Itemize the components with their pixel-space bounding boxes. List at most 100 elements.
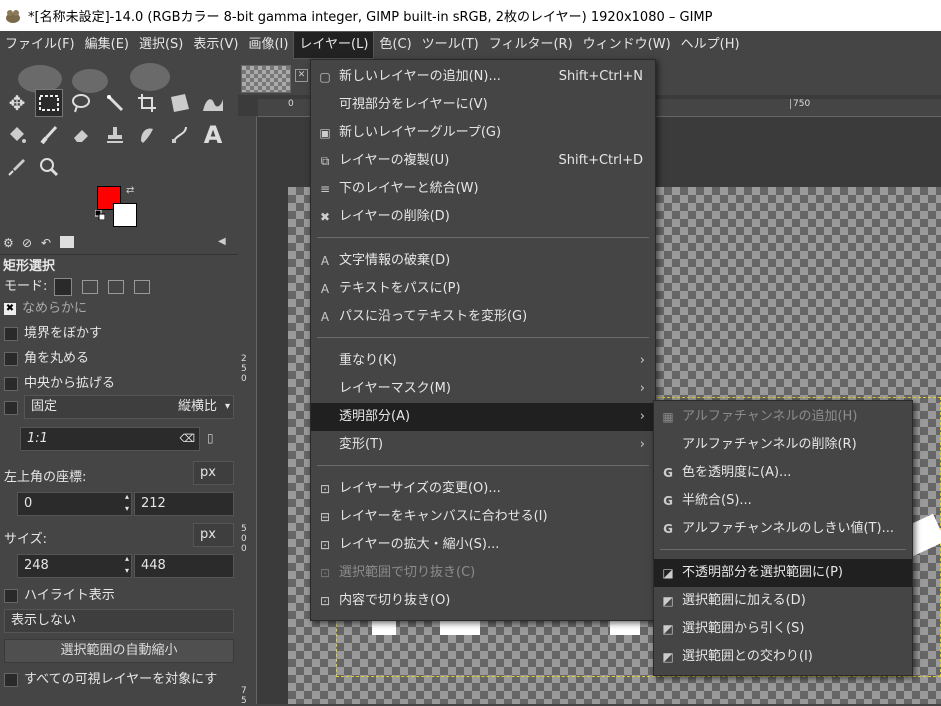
all-layers-checkbox[interactable] bbox=[4, 672, 18, 687]
close-icon[interactable]: ✕ bbox=[295, 69, 308, 82]
menu-item-duplicate-layer[interactable]: ⧉ レイヤーの複製(U) Shift+Ctrl+D bbox=[311, 147, 655, 175]
device-status-tab-icon[interactable]: ⊘ bbox=[22, 236, 32, 250]
guides-select[interactable]: 表示しない bbox=[4, 609, 234, 633]
clone-tool-icon[interactable] bbox=[101, 121, 129, 149]
mode-replace-button[interactable] bbox=[53, 277, 72, 296]
fixed-row[interactable] bbox=[4, 400, 24, 415]
menu-item-new-layer[interactable]: ▢ 新しいレイヤーの追加(N)... Shift+Ctrl+N bbox=[311, 63, 655, 91]
all-layers-row[interactable]: すべての可視レイヤーを対象にす bbox=[4, 668, 217, 687]
menu-item-layer-to-image-size[interactable]: ⊟ レイヤーをキャンバスに合わせる(I) bbox=[311, 503, 655, 531]
feather-checkbox[interactable] bbox=[4, 326, 18, 341]
antialias-checkbox[interactable]: ✖ bbox=[4, 302, 16, 315]
menu-item-add-to-selection[interactable]: ◩ 選択範囲に加える(D) bbox=[654, 587, 912, 615]
text-tool-icon[interactable]: A bbox=[199, 121, 227, 149]
color-picker-tool-icon[interactable] bbox=[3, 153, 31, 181]
smudge-tool-icon[interactable] bbox=[133, 121, 161, 149]
mode-subtract-button[interactable] bbox=[107, 279, 124, 294]
size-h-input[interactable]: 448 bbox=[134, 554, 234, 578]
menu-item-layer-mask[interactable]: レイヤーマスク(M) › bbox=[311, 375, 655, 403]
menu-item-threshold-alpha[interactable]: G アルファチャンネルのしきい値(T)... bbox=[654, 515, 912, 543]
expand-center-row[interactable]: 中央から拡げる bbox=[4, 372, 115, 391]
menu-item-delete-layer[interactable]: ✖ レイヤーの削除(D) bbox=[311, 203, 655, 231]
size-unit-select[interactable]: px bbox=[193, 523, 234, 547]
toolbox: ✥ A ⇄ ⚙ ⊘ ↶ ◀ 矩形選択 モード: ✖ なめらかに 境界をぼかす 角… bbox=[0, 59, 238, 704]
rect-select-tool-icon[interactable] bbox=[35, 89, 63, 117]
default-colors-icon[interactable] bbox=[94, 209, 106, 221]
menu-item-alpha-to-selection[interactable]: ◪ 不透明部分を選択範囲に(P) bbox=[654, 559, 912, 587]
paintbrush-tool-icon[interactable] bbox=[35, 121, 63, 149]
clear-icon[interactable]: ⌫ bbox=[179, 428, 195, 450]
dock-menu-icon[interactable]: ◀ bbox=[218, 236, 226, 247]
transform-tool-icon[interactable] bbox=[166, 89, 194, 117]
menu-item-intersect-with-selection[interactable]: ◩ 選択範囲との交わり(I) bbox=[654, 643, 912, 671]
menu-item-transform[interactable]: 変形(T) › bbox=[311, 431, 655, 459]
position-y-input[interactable]: 212 bbox=[134, 492, 234, 516]
path-tool-icon[interactable] bbox=[166, 121, 194, 149]
highlight-row[interactable]: ハイライト表示 bbox=[4, 584, 115, 603]
menu-item-merge-down[interactable]: ≡ 下のレイヤーと統合(W) bbox=[311, 175, 655, 203]
spin-arrows-icon[interactable]: ▴ ▾ bbox=[125, 491, 129, 515]
menu-item-text-along-path[interactable]: A パスに沿ってテキストを変形(G) bbox=[311, 303, 655, 331]
fixed-mode-select[interactable]: 固定 縦横比 ▾ bbox=[24, 395, 234, 419]
zoom-tool-icon[interactable] bbox=[35, 153, 63, 181]
checker-icon: ▦ bbox=[662, 410, 674, 424]
rounded-row[interactable]: 角を丸める bbox=[4, 347, 89, 366]
menu-item-layer-boundary-size[interactable]: ⊡ レイヤーサイズの変更(O)... bbox=[311, 475, 655, 503]
expand-center-checkbox[interactable] bbox=[4, 376, 18, 391]
mode-add-button[interactable] bbox=[81, 279, 98, 294]
ratio-input[interactable]: 1:1 ⌫ bbox=[20, 427, 200, 451]
menu-windows[interactable]: ウィンドウ(W) bbox=[578, 31, 676, 59]
menu-item-scale-layer[interactable]: ⊡ レイヤーの拡大・縮小(S)... bbox=[311, 531, 655, 559]
menu-edit[interactable]: 編集(E) bbox=[80, 31, 134, 59]
crop-tool-icon[interactable] bbox=[133, 89, 161, 117]
menu-item-new-layer-group[interactable]: ▣ 新しいレイヤーグループ(G) bbox=[311, 119, 655, 147]
menu-item-remove-alpha[interactable]: アルファチャンネルの削除(R) bbox=[654, 431, 912, 459]
swap-colors-icon[interactable]: ⇄ bbox=[126, 185, 134, 196]
lasso-tool-icon[interactable] bbox=[67, 89, 95, 117]
images-tab-icon[interactable] bbox=[60, 236, 74, 248]
menu-help[interactable]: ヘルプ(H) bbox=[676, 31, 745, 59]
auto-shrink-button[interactable]: 選択範囲の自動縮小 bbox=[4, 639, 234, 663]
menu-item-transparency[interactable]: 透明部分(A) › bbox=[311, 403, 655, 431]
fuzzy-select-tool-icon[interactable] bbox=[101, 89, 129, 117]
menu-item-label: 半統合(S)... bbox=[682, 493, 752, 508]
menu-layer[interactable]: レイヤー(L) bbox=[293, 31, 375, 59]
menu-image[interactable]: 画像(I) bbox=[243, 31, 293, 59]
highlight-checkbox[interactable] bbox=[4, 588, 18, 603]
menu-colors[interactable]: 色(C) bbox=[374, 31, 416, 59]
position-x-input[interactable]: 0 ▴ ▾ bbox=[17, 492, 132, 516]
warp-tool-icon[interactable] bbox=[199, 89, 227, 117]
menu-item-subtract-from-selection[interactable]: ◩ 選択範囲から引く(S) bbox=[654, 615, 912, 643]
menu-item-crop-to-content[interactable]: ⊡ 内容で切り抜き(O) bbox=[311, 587, 655, 615]
menu-filters[interactable]: フィルター(R) bbox=[484, 31, 578, 59]
antialias-row[interactable]: ✖ なめらかに bbox=[4, 297, 87, 316]
menu-item-new-from-visible[interactable]: 可視部分をレイヤーに(V) bbox=[311, 91, 655, 119]
position-unit-select[interactable]: px bbox=[193, 461, 234, 485]
menu-item-semi-flatten[interactable]: G 半統合(S)... bbox=[654, 487, 912, 515]
menu-item-discard-text[interactable]: A 文字情報の破棄(D) bbox=[311, 247, 655, 275]
undo-history-tab-icon[interactable]: ↶ bbox=[41, 236, 51, 250]
menu-item-color-to-alpha[interactable]: G 色を透明度に(A)... bbox=[654, 459, 912, 487]
menu-select[interactable]: 選択(S) bbox=[134, 31, 188, 59]
title-bar: *[名称未設定]-14.0 (RGBカラー 8-bit gamma intege… bbox=[0, 0, 941, 31]
menu-view[interactable]: 表示(V) bbox=[188, 31, 243, 59]
tool-options-tab-icon[interactable]: ⚙ bbox=[3, 236, 14, 250]
image-tab-thumbnail[interactable] bbox=[241, 65, 291, 93]
menu-item-text-to-path[interactable]: A テキストをパスに(P) bbox=[311, 275, 655, 303]
portrait-icon[interactable]: ▯ bbox=[207, 431, 214, 445]
rounded-checkbox[interactable] bbox=[4, 351, 18, 366]
gimp-app-icon bbox=[2, 5, 24, 27]
size-w-input[interactable]: 248 ▴ ▾ bbox=[17, 554, 132, 578]
menu-tools[interactable]: ツール(T) bbox=[417, 31, 484, 59]
mode-intersect-button[interactable] bbox=[133, 279, 150, 294]
bucket-fill-tool-icon[interactable] bbox=[3, 121, 31, 149]
feather-row[interactable]: 境界をぼかす bbox=[4, 322, 102, 341]
eraser-tool-icon[interactable] bbox=[67, 121, 95, 149]
menu-item-label: アルファチャンネルの削除(R) bbox=[682, 437, 857, 452]
fixed-checkbox[interactable] bbox=[4, 400, 18, 415]
background-color-swatch[interactable] bbox=[113, 203, 137, 227]
menu-item-stack[interactable]: 重なり(K) › bbox=[311, 347, 655, 375]
spin-arrows-icon[interactable]: ▴ ▾ bbox=[125, 553, 129, 577]
move-tool-icon[interactable]: ✥ bbox=[3, 89, 31, 117]
menu-file[interactable]: ファイル(F) bbox=[0, 31, 80, 59]
